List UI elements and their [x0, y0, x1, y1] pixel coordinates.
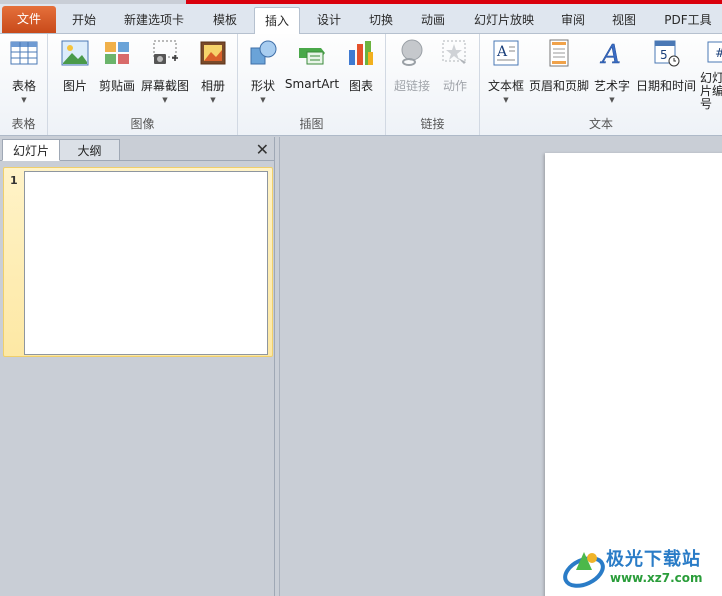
shapes-button[interactable]: 形状 ▼ — [244, 38, 282, 104]
ribbon: 表格 ▼ 表格 图片 剪贴画 屏幕截图 ▼ 相册 ▼ 图像 形状 ▼ Smart… — [0, 34, 722, 136]
tab-new-tab[interactable]: 新建选项卡 — [114, 7, 194, 34]
textbox-button[interactable]: A 文本框 ▼ — [486, 38, 526, 104]
screenshot-label: 屏幕截图 — [140, 79, 189, 93]
slide-number: 1 — [10, 174, 18, 187]
slide-number-icon: # — [707, 41, 722, 63]
smartart-label: SmartArt — [284, 77, 340, 91]
group-label-illustrations: 插图 — [299, 117, 324, 131]
smartart-button[interactable]: SmartArt — [284, 38, 340, 91]
svg-text:A: A — [496, 44, 508, 60]
tab-home[interactable]: 开始 — [60, 7, 108, 34]
table-icon — [10, 41, 38, 65]
hyperlink-globe-icon — [401, 39, 423, 66]
chevron-down-icon: ▼ — [503, 96, 509, 104]
action-button[interactable]: 动作 — [436, 38, 474, 94]
tab-file[interactable]: 文件 — [2, 6, 56, 33]
photo-album-icon — [200, 41, 226, 65]
album-button[interactable]: 相册 ▼ — [194, 38, 232, 104]
chart-button[interactable]: 图表 — [342, 38, 380, 94]
tab-slides[interactable]: 幻灯片 — [2, 139, 60, 161]
group-image: 图片 剪贴画 屏幕截图 ▼ 相册 ▼ 图像 — [48, 34, 238, 135]
group-links: 超链接 动作 链接 — [386, 34, 480, 135]
shapes-label: 形状 — [250, 79, 275, 93]
slide-number-label: 幻灯片编号 — [700, 71, 722, 111]
chevron-down-icon: ▼ — [162, 96, 168, 104]
watermark-title: 极光下载站 — [606, 549, 701, 570]
close-icon[interactable]: ✕ — [256, 140, 269, 160]
table-label: 表格 — [11, 79, 36, 93]
wordart-button[interactable]: A 艺术字 ▼ — [592, 38, 632, 104]
textbox-label: 文本框 — [487, 79, 524, 93]
group-label-table: 表格 — [11, 117, 36, 131]
header-footer-icon — [549, 39, 569, 67]
hyperlink-button[interactable]: 超链接 — [392, 38, 432, 94]
header-footer-button[interactable]: 页眉和页脚 — [528, 38, 590, 94]
wordart-icon: A — [600, 40, 621, 68]
album-label: 相册 — [200, 79, 225, 93]
slides-panel-tabs: 幻灯片 大纲 ✕ — [0, 139, 275, 161]
tab-review[interactable]: 审阅 — [552, 7, 594, 34]
chart-label: 图表 — [348, 79, 373, 93]
slide-canvas[interactable] — [545, 153, 722, 596]
hyperlink-label: 超链接 — [393, 79, 430, 93]
picture-button[interactable]: 图片 — [56, 38, 94, 94]
slide-number-button[interactable]: # 幻灯片编号 — [700, 38, 722, 111]
tab-slideshow[interactable]: 幻灯片放映 — [462, 7, 546, 34]
chevron-down-icon: ▼ — [210, 96, 216, 104]
tab-pdf-tools[interactable]: PDF工具 — [656, 7, 720, 34]
table-button[interactable]: 表格 ▼ — [7, 38, 41, 104]
watermark-logo-icon — [563, 552, 605, 588]
tab-insert[interactable]: 插入 — [254, 7, 300, 35]
clipart-label: 剪贴画 — [98, 79, 135, 93]
svg-text:5: 5 — [660, 48, 668, 62]
slide-edit-area — [279, 137, 722, 596]
picture-label: 图片 — [62, 79, 87, 93]
tab-outline[interactable]: 大纲 — [60, 139, 120, 161]
picture-icon — [61, 40, 89, 66]
slide-thumbnail-preview[interactable] — [24, 171, 268, 355]
group-table: 表格 ▼ 表格 — [0, 34, 48, 135]
svg-text:A: A — [600, 40, 621, 68]
action-label: 动作 — [442, 79, 467, 93]
calendar-clock-icon: 5 — [654, 40, 680, 67]
clipart-icon — [105, 42, 129, 64]
datetime-label: 日期和时间 — [635, 79, 696, 93]
ribbon-tab-row: 文件 开始 新建选项卡 模板 插入 设计 切换 动画 幻灯片放映 审阅 视图 P… — [0, 4, 722, 35]
slides-panel: 幻灯片 大纲 ✕ 1 — [0, 137, 275, 596]
screenshot-button[interactable]: 屏幕截图 ▼ — [140, 38, 190, 104]
clipart-button[interactable]: 剪贴画 — [98, 38, 136, 94]
chart-icon — [349, 41, 373, 65]
wordart-label: 艺术字 — [593, 79, 630, 93]
watermark: 极光下载站 www.xz7.com — [562, 542, 720, 594]
tab-design[interactable]: 设计 — [306, 7, 352, 34]
screenshot-icon — [153, 40, 178, 64]
group-label-text: 文本 — [588, 117, 613, 131]
group-label-image: 图像 — [130, 117, 155, 131]
tab-transitions[interactable]: 切换 — [358, 7, 404, 34]
svg-text:#: # — [715, 46, 722, 60]
tab-animations[interactable]: 动画 — [410, 7, 456, 34]
tab-template[interactable]: 模板 — [202, 7, 248, 34]
tab-view[interactable]: 视图 — [602, 7, 646, 34]
action-star-icon — [442, 40, 466, 64]
datetime-button[interactable]: 5 日期和时间 — [634, 38, 698, 94]
slide-thumbnail-selected[interactable]: 1 — [3, 167, 273, 357]
textbox-icon: A — [493, 40, 519, 66]
smartart-icon — [299, 48, 325, 65]
header-footer-label: 页眉和页脚 — [528, 79, 589, 93]
chevron-down-icon: ▼ — [21, 96, 27, 104]
group-label-links: 链接 — [420, 117, 445, 131]
group-text: A 文本框 ▼ 页眉和页脚 A 艺术字 ▼ 5 日期和时间 幻灯片编号 文本 — [480, 34, 722, 135]
shapes-icon — [250, 40, 277, 65]
chevron-down-icon: ▼ — [609, 96, 615, 104]
chevron-down-icon: ▼ — [260, 96, 266, 104]
group-illustrations: 形状 ▼ SmartArt 图表 插图 — [238, 34, 386, 135]
watermark-url: www.xz7.com — [610, 571, 703, 585]
